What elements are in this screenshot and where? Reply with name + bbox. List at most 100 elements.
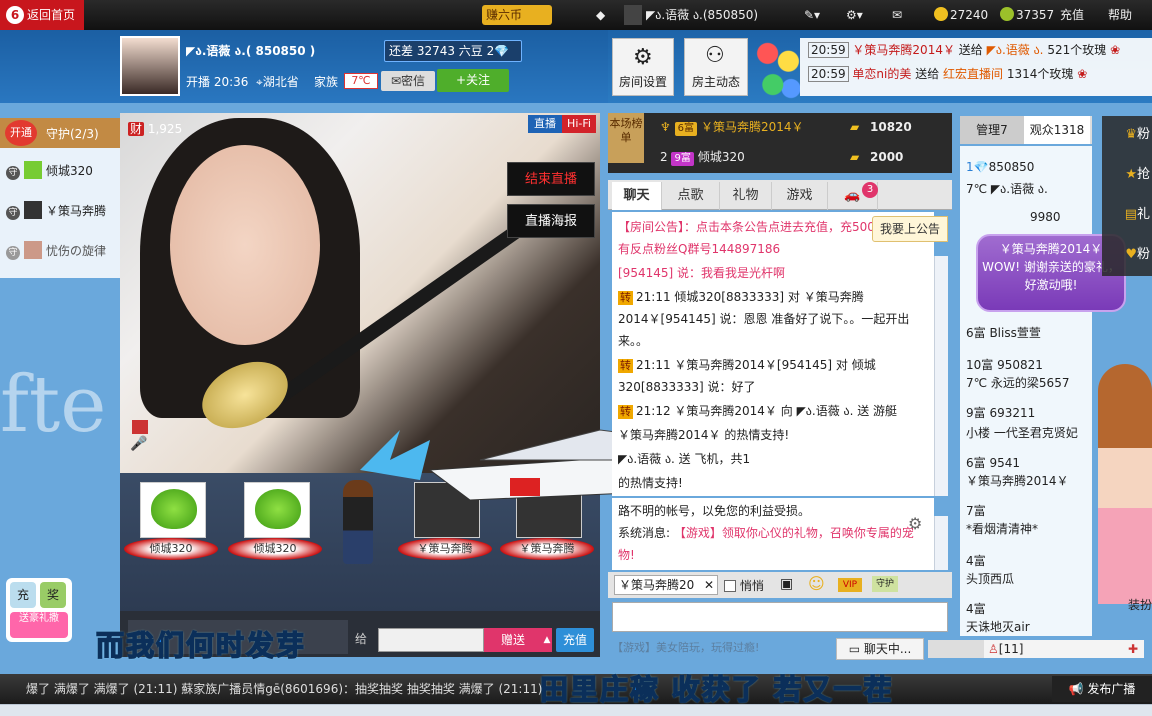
seat[interactable]: 倾城320	[124, 482, 218, 568]
horizontal-scrollbar[interactable]	[0, 704, 1152, 716]
recharge-link[interactable]: 充值	[1060, 0, 1084, 30]
envelope-icon: ✉	[390, 74, 402, 88]
online-users[interactable]: ♙[11] ✚	[984, 640, 1144, 658]
settings-icon[interactable]: ⚙	[908, 514, 928, 534]
audience-row[interactable]: 6富 9541	[966, 454, 1020, 471]
tab-game[interactable]: 游戏	[772, 182, 828, 210]
gear-icon[interactable]: ⚙▾	[846, 0, 863, 30]
audience-row[interactable]: 4富	[966, 552, 986, 569]
tab-chat[interactable]: 聊天	[612, 182, 662, 210]
volume-control[interactable]	[928, 640, 984, 658]
chat-line: [954145] 说：我看我是光杆啊	[618, 266, 785, 280]
tab-managers[interactable]: 管理7	[960, 116, 1024, 144]
audience-row[interactable]: 10富 950821	[966, 356, 1043, 373]
audience-row[interactable]: 9富 693211	[966, 404, 1035, 421]
chat-target-select[interactable]: ￥策马奔腾20 ✕	[614, 575, 718, 595]
audience-row[interactable]: 1💎850850	[966, 160, 1034, 174]
gift-feed-row: 20:59 单恋ni的美 送给 红宏直播间 1314个玫瑰 ❀	[800, 62, 1152, 86]
viewer-count: 财 1,925	[128, 122, 183, 136]
guard-emoji-icon[interactable]: 守护	[872, 576, 898, 592]
mail-icon[interactable]: ✉	[892, 0, 902, 30]
member-avatar	[24, 201, 42, 219]
decorate-button[interactable]: 装扮	[1100, 596, 1152, 616]
anchor-avatar[interactable]	[120, 36, 180, 96]
audience-row[interactable]: 4富	[966, 600, 986, 617]
audience-row[interactable]: 7℃ 永远的梁5657	[966, 374, 1069, 391]
audience-row[interactable]: *看烟清清神*	[966, 520, 1038, 537]
alien-avatar-icon	[255, 489, 301, 529]
send-gift-button[interactable]: 赠送	[484, 628, 542, 652]
tab-song[interactable]: 点歌	[662, 182, 720, 210]
rose-icon: ❀	[1110, 43, 1121, 57]
help-link[interactable]: 帮助	[1108, 0, 1132, 30]
microphone-icon[interactable]: 🎤	[130, 418, 152, 458]
room-settings-button[interactable]: ⚙ 房间设置	[612, 38, 674, 96]
coin-icon: ▰	[850, 120, 860, 134]
post-notice-button[interactable]: 我要上公告	[872, 216, 948, 242]
host-news-button[interactable]: ⚇ 房主动态	[684, 38, 748, 96]
guard-member[interactable]: 守 ￥策马奔腾	[6, 200, 106, 222]
sidebar-item-fans2[interactable]: ♥粉	[1108, 236, 1152, 274]
chevron-up-icon[interactable]: ▲	[542, 628, 552, 652]
audience-row[interactable]: 小楼 一代圣君克贤妃	[966, 424, 1078, 441]
sidebar-item-fans[interactable]: ♛粉	[1108, 116, 1152, 154]
live-poster-button[interactable]: 直播海报	[507, 204, 595, 238]
audience-row[interactable]: 7富	[966, 502, 986, 519]
audience-row[interactable]: 头顶西瓜	[966, 570, 1014, 587]
publish-broadcast-button[interactable]: 📢 发布广播	[1052, 676, 1152, 702]
shield-icon[interactable]: ◆	[596, 0, 605, 30]
alien-avatar-icon	[151, 489, 197, 529]
chat-line: ￥策马奔腾2014￥ 的热情支持!	[618, 428, 790, 442]
audience-row[interactable]: 7℃ ◤ა.语薇 ა.	[966, 180, 1048, 197]
edit-icon[interactable]: ✎▾	[804, 0, 820, 30]
recharge-button[interactable]: 充值	[556, 628, 594, 652]
follow-button[interactable]: +关注	[437, 69, 509, 92]
guard-member[interactable]: 守倾城320	[6, 160, 93, 182]
sidebar-item-gift[interactable]: ▤礼	[1108, 196, 1152, 234]
home-button[interactable]: 6 返回首页	[0, 0, 84, 30]
chat-scrollbar[interactable]	[934, 256, 948, 496]
image-icon[interactable]: ▣	[780, 576, 793, 592]
family-tag[interactable]: 7℃	[344, 73, 378, 89]
promo-badges[interactable]: 充 奖 送豪礼撒	[6, 578, 72, 642]
user-name[interactable]: ◤ა.语薇 ა.(850850)	[646, 0, 758, 30]
user-avatar[interactable]	[624, 5, 642, 25]
ranking-row[interactable]: 2 9富 倾城320 ▰ 2000	[660, 146, 903, 168]
guard-icon: 守	[6, 166, 20, 180]
tab-viewers[interactable]: 观众1318	[1024, 116, 1090, 144]
vip-icon[interactable]: VIP	[838, 578, 862, 592]
audience-row[interactable]: 天诛地灭air	[966, 618, 1030, 635]
coin-icon	[934, 7, 948, 21]
earn-coin-button[interactable]: 赚六币	[482, 5, 552, 25]
heart-icon: ♥	[1125, 247, 1137, 262]
anchor-name: ◤ა.语薇 ა.( 850850 )	[186, 44, 316, 58]
private-message-button[interactable]: ✉密信	[381, 71, 435, 91]
audience-row[interactable]: 6富 Bliss萱萱	[966, 324, 1041, 341]
whisper-checkbox[interactable]: 悄悄	[724, 577, 764, 594]
diamond-icon: 💎	[494, 44, 510, 58]
lyric-caption-bottom: 田里庄稼 收获了 若又一茬	[539, 672, 894, 707]
seat[interactable]: 倾城320	[228, 482, 322, 568]
guard-member[interactable]: 守忧伤の旋律	[6, 240, 106, 262]
chatting-button[interactable]: ▭ 聊天中...	[836, 638, 924, 660]
sidebar-item-grab[interactable]: ★抢	[1108, 156, 1152, 194]
audience-row[interactable]: 9980	[1030, 210, 1061, 224]
open-guard-button[interactable]: 开通	[5, 120, 37, 146]
chat-messages[interactable]: 【房间公告】：点击本条公告点进去充值，充500送紫VIP有反点粉丝Q群号1448…	[612, 212, 934, 496]
audience-row[interactable]: ￥策马奔腾2014￥	[966, 472, 1069, 489]
background-watermark: fte	[0, 360, 107, 450]
gift-recipient-input[interactable]	[378, 628, 484, 652]
person-icon: ♙	[988, 642, 999, 656]
system-messages[interactable]: 路不明的帐号，以免您的利益受损。 系统消息: 【游戏】领取你心仪的礼物，召唤你专…	[612, 498, 934, 570]
emoji-icon[interactable]: ☺	[808, 574, 825, 593]
ranking-row[interactable]: ♆ 6富 ￥策马奔腾2014￥ ▰ 10820	[660, 116, 912, 138]
game-ad-link[interactable]: 【游戏】美女陪玩，玩得过瘾!	[612, 638, 832, 658]
chat-input[interactable]	[612, 602, 948, 632]
end-live-button[interactable]: 结束直播	[507, 162, 595, 196]
diamond-progress: 还差 32743 六豆 2💎	[384, 40, 522, 62]
chat-line: 转 21:11 ￥策马奔腾2014￥[954145] 对 倾城320[883333…	[618, 358, 876, 394]
hifi-tag[interactable]: Hi-Fi	[562, 115, 596, 133]
tab-gift[interactable]: 礼物	[720, 182, 772, 210]
system-scrollbar[interactable]	[934, 516, 948, 570]
location-pin-icon: ⌖	[256, 75, 263, 89]
